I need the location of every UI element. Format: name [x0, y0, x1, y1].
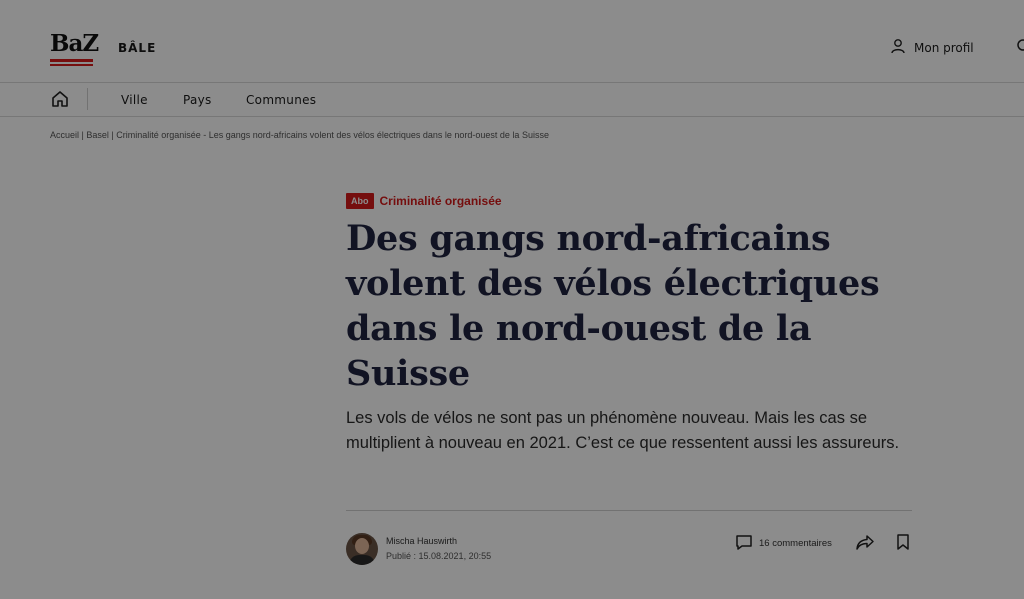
- modal-backdrop-overlay[interactable]: [0, 0, 1024, 599]
